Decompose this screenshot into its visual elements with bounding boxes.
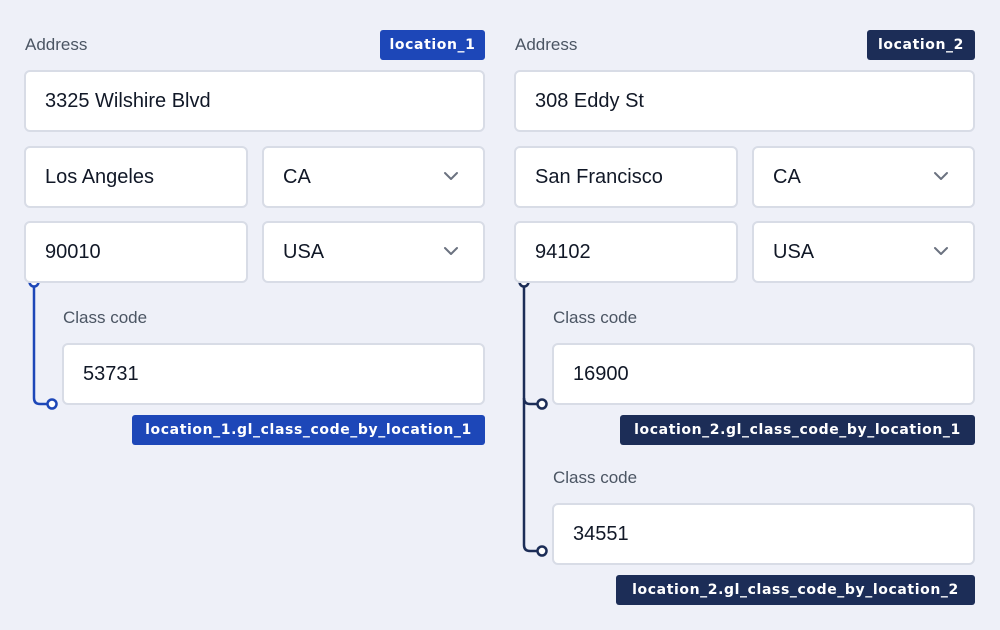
zip-value: 94102	[535, 240, 591, 263]
location-1-tag: location_1	[380, 30, 485, 60]
country-value: USA	[283, 240, 325, 263]
connector-location-2	[518, 276, 548, 557]
city-value: San Francisco	[535, 165, 663, 188]
chevron-down-icon	[444, 172, 458, 180]
class-code-input-location-1-1[interactable]: 53731	[62, 343, 485, 405]
country-select-location-2[interactable]: USA	[752, 221, 975, 283]
country-value: USA	[773, 240, 815, 263]
zip-input-location-1[interactable]: 90010	[24, 221, 248, 283]
class-code-value: 53731	[83, 362, 139, 385]
class-code-label: Class code	[553, 308, 638, 327]
city-input-location-1[interactable]: Los Angeles	[24, 146, 248, 208]
location-2-tag: location_2	[867, 30, 975, 60]
state-select-location-1[interactable]: CA	[262, 146, 485, 208]
address-label-location-1: Address	[25, 35, 88, 54]
class-code-input-location-2-1[interactable]: 16900	[552, 343, 975, 405]
class-code-value: 34551	[573, 522, 629, 545]
city-input-location-2[interactable]: San Francisco	[514, 146, 738, 208]
zip-input-location-2[interactable]: 94102	[514, 221, 738, 283]
address-form: Address location_1 3325 Wilshire Blvd Lo…	[0, 0, 1000, 630]
state-value: CA	[773, 165, 801, 188]
class-code-tag-location-1-1: location_1.gl_class_code_by_location_1	[132, 415, 485, 445]
zip-value: 90010	[45, 240, 101, 263]
class-code-input-location-2-2[interactable]: 34551	[552, 503, 975, 565]
street-input-location-1[interactable]: 3325 Wilshire Blvd	[24, 70, 485, 132]
address-label-location-2: Address	[515, 35, 578, 54]
street-value: 308 Eddy St	[535, 89, 644, 112]
country-select-location-1[interactable]: USA	[262, 221, 485, 283]
chevron-down-icon	[444, 247, 458, 255]
class-code-tag-location-2-2: location_2.gl_class_code_by_location_2	[616, 575, 975, 605]
chevron-down-icon	[934, 172, 948, 180]
state-value: CA	[283, 165, 311, 188]
class-code-label: Class code	[553, 468, 638, 487]
chevron-down-icon	[934, 247, 948, 255]
city-value: Los Angeles	[45, 165, 154, 188]
class-code-label: Class code	[63, 308, 148, 327]
street-input-location-2[interactable]: 308 Eddy St	[514, 70, 975, 132]
class-code-tag-location-2-1: location_2.gl_class_code_by_location_1	[620, 415, 975, 445]
connector-location-1	[28, 276, 58, 410]
state-select-location-2[interactable]: CA	[752, 146, 975, 208]
street-value: 3325 Wilshire Blvd	[45, 89, 211, 112]
class-code-value: 16900	[573, 362, 629, 385]
